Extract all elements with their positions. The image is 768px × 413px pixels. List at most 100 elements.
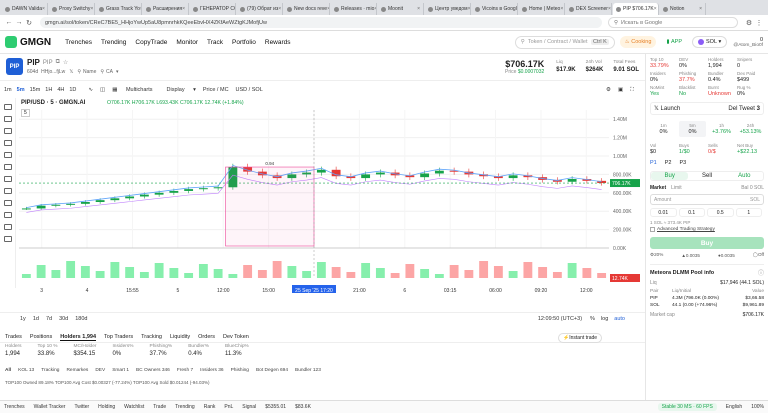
usd-sol-toggle[interactable]: USD / SOL — [236, 87, 263, 93]
trendline-icon[interactable] — [3, 116, 12, 122]
footer-item[interactable]: Signal — [242, 404, 256, 410]
lock-icon[interactable] — [3, 212, 12, 218]
log-toggle[interactable]: log — [601, 316, 608, 322]
ca-search[interactable]: CA — [106, 69, 113, 75]
token-address[interactable]: HHjo...fjLw — [41, 69, 65, 75]
footer-item[interactable]: PnL — [224, 404, 233, 410]
tab-positions[interactable]: Positions — [30, 334, 52, 340]
range-180d[interactable]: 180d — [75, 316, 87, 322]
footer-item[interactable]: Twitter — [74, 404, 89, 410]
tab-orders[interactable]: Orders — [198, 334, 215, 340]
footer-item[interactable]: Holding — [98, 404, 115, 410]
browser-tab[interactable]: New docs reve × — [284, 3, 330, 15]
browser-tab[interactable]: DEX Screener × — [566, 3, 612, 15]
period-tab[interactable]: 1h +3.76% — [708, 121, 735, 137]
magnet-icon[interactable] — [3, 200, 12, 206]
close-icon[interactable]: × — [654, 6, 657, 12]
auto-toggle[interactable]: auto — [614, 316, 625, 322]
browser-tab[interactable]: Moonit × — [378, 3, 424, 15]
range-1y[interactable]: 1y — [20, 316, 26, 322]
fullscreen-icon[interactable]: ⛶ — [630, 87, 634, 94]
nav-portfolio[interactable]: Portfolio — [232, 39, 256, 46]
footer-item[interactable]: Wallet Tracker — [34, 404, 66, 410]
browser-tab[interactable]: Releases · mio × — [331, 3, 377, 15]
token-search-input[interactable]: ⚲ Token / Contract / Wallet Ctrl K — [514, 35, 615, 49]
interval-15m[interactable]: 15m — [30, 87, 41, 93]
nav-track[interactable]: Track — [207, 39, 223, 46]
price-chart[interactable]: 1.40M 1.20M 1.00M 800.00K 600.00K 400.00K 200.… — [17, 98, 645, 294]
filter-chip[interactable]: Bundler 123 — [295, 368, 321, 373]
footer-item[interactable]: $5355.01 — [265, 404, 286, 410]
range-7d[interactable]: 7d — [46, 316, 52, 322]
buy-tab[interactable]: Buy — [651, 172, 689, 180]
browser-tab[interactable]: Vicoins в Google× — [472, 3, 518, 15]
filter-chip[interactable]: BC Owners 346 — [136, 368, 170, 373]
nav-trending[interactable]: Trending — [101, 39, 126, 46]
percent-toggle[interactable]: % — [590, 316, 595, 322]
close-icon[interactable]: × — [608, 6, 611, 12]
nav-copytrade[interactable]: CopyTrade — [135, 39, 167, 46]
fib-icon[interactable] — [3, 128, 12, 134]
forward-icon[interactable]: → — [14, 19, 24, 26]
auto-tab[interactable]: Auto — [726, 172, 763, 180]
footer-item[interactable]: $83.6K — [295, 404, 311, 410]
interval-1D[interactable]: 1D — [69, 87, 76, 93]
filter-chip[interactable]: Tracking — [41, 368, 59, 373]
price-mc-toggle[interactable]: Price / MC — [203, 87, 229, 93]
language-selector[interactable]: English — [726, 404, 742, 410]
range-1d[interactable]: 1d — [33, 316, 39, 322]
twitter-icon[interactable]: 𝕏 — [69, 69, 73, 75]
tip-fee[interactable]: ●0.0035 — [718, 253, 735, 258]
preset-p2[interactable]: P2 — [665, 160, 672, 166]
close-icon[interactable]: × — [699, 6, 702, 12]
mev-toggle[interactable]: ◯Off — [753, 252, 764, 258]
user-menu[interactable]: 0 @Atom_Bio0f — [733, 37, 763, 48]
browser-tab[interactable]: DAWN Valida × — [2, 3, 48, 15]
advanced-strategy-checkbox[interactable]: Advanced Trading Strategy — [650, 227, 764, 232]
name-search[interactable]: Name — [83, 69, 96, 75]
browser-tab[interactable]: Grass Track Yo× — [96, 3, 142, 15]
filter-chip[interactable]: Fresh 7 — [177, 368, 193, 373]
filter-chip[interactable]: Remarkes — [66, 368, 88, 373]
browser-tab[interactable]: Расширения × — [143, 3, 189, 15]
search-icon[interactable]: ⚲ — [77, 69, 81, 75]
footer-item[interactable]: Trade — [153, 404, 166, 410]
footer-item[interactable]: Trenches — [4, 404, 25, 410]
browser-tab[interactable]: Notion × — [660, 3, 706, 15]
chain-selector[interactable]: SOL ▾ — [692, 36, 728, 48]
chart-indicator[interactable]: 5 — [21, 109, 30, 117]
filter-chip[interactable]: Insiders 36 — [200, 368, 223, 373]
search-icon[interactable]: ⚲ — [100, 69, 104, 75]
market-order-tab[interactable]: Market — [650, 185, 666, 191]
tab-liquidity[interactable]: Liquidity — [170, 334, 190, 340]
close-icon[interactable]: × — [42, 6, 45, 12]
reload-icon[interactable]: ↻ — [24, 19, 34, 27]
nav-monitor[interactable]: Monitor — [176, 39, 198, 46]
brush-icon[interactable] — [3, 152, 12, 158]
filter-chip[interactable]: Smart 1 — [112, 368, 129, 373]
filter-chip[interactable]: All — [5, 368, 11, 373]
nav-trenches[interactable]: Trenches — [65, 39, 92, 46]
footer-item[interactable]: Watchlist — [124, 404, 144, 410]
amount-preset[interactable]: 0.5 — [707, 208, 734, 217]
footer-item[interactable]: Rank — [204, 404, 216, 410]
url-field[interactable]: gmgn.ai/sol/token/CReC7BE5_HHjoYwUp5aU8p… — [40, 17, 602, 28]
browser-tab[interactable]: Центр уведом × — [425, 3, 471, 15]
menu-icon[interactable]: ⋮ — [754, 19, 764, 27]
close-icon[interactable]: × — [468, 6, 470, 12]
browser-tab[interactable]: Proxy Switchy × — [49, 3, 95, 15]
footer-item[interactable]: Trending — [175, 404, 195, 410]
range-30d[interactable]: 30d — [59, 316, 68, 322]
browser-tab[interactable]: ГЕНЕРАТОР СС× — [190, 3, 236, 15]
candle-icon[interactable]: ◫ — [100, 87, 105, 93]
amount-preset[interactable]: 1 — [735, 208, 762, 217]
cooking-button[interactable]: ♨ Cooking — [619, 36, 657, 48]
nav-rewards[interactable]: Rewards — [265, 39, 291, 46]
limit-order-tab[interactable]: Limit — [671, 185, 682, 191]
filter-chip[interactable]: Bot Degen 694 — [256, 368, 288, 373]
display-button[interactable]: Display ▾ — [167, 87, 196, 93]
close-icon[interactable]: × — [327, 6, 329, 12]
tab-holders[interactable]: Holders 1,994 — [60, 334, 97, 341]
interval-4H[interactable]: 4H — [57, 87, 64, 93]
zoom-icon[interactable] — [3, 188, 12, 194]
